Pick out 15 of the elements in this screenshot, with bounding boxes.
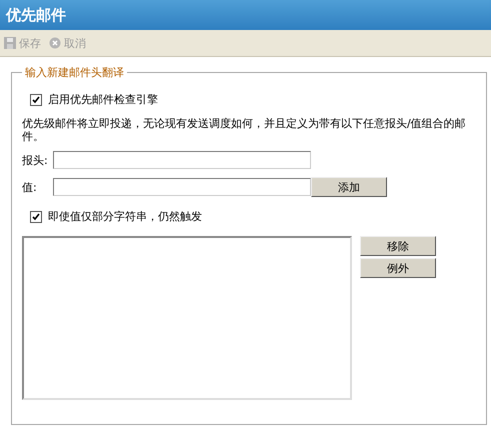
description-text: 优先级邮件将立即投递，无论现有发送调度如何，并且定义为带有以下任意报头/值组合的邮件。 (22, 117, 467, 143)
checkbox-label: 即使值仅部分字符串，仍然触发 (48, 209, 202, 224)
field-label: 报头: (22, 152, 49, 168)
checkbox[interactable] (30, 210, 42, 222)
list-action-button[interactable]: 移除 (360, 236, 436, 256)
field-label: 值: (22, 180, 38, 194)
header-input-field[interactable] (53, 151, 311, 169)
checkbox-label: 启用优先邮件检查引擎 (48, 92, 158, 107)
add-button[interactable]: 添加 (311, 177, 387, 197)
cancel-icon (49, 37, 61, 49)
list-action-button[interactable]: 例外 (360, 258, 436, 278)
checkbox[interactable] (30, 94, 42, 106)
group-legend: 输入新建邮件头翻译 (22, 65, 127, 80)
value-input-field[interactable] (53, 178, 311, 196)
window-title: 优先邮件 (0, 0, 491, 30)
